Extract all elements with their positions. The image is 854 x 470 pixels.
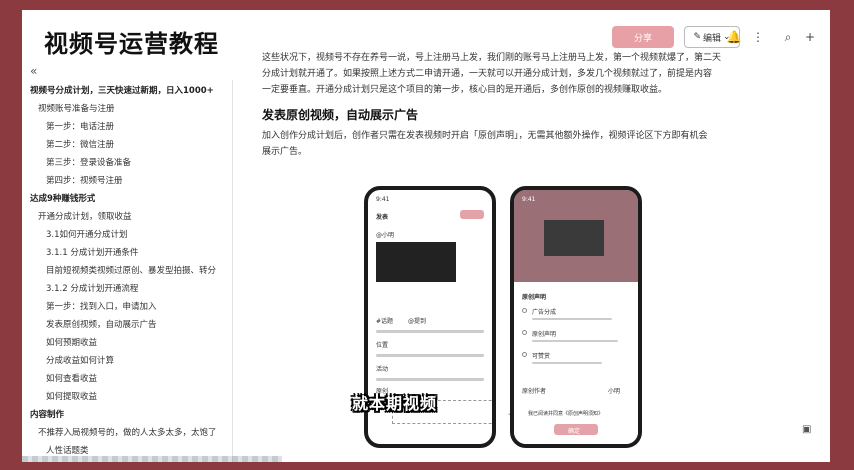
collapse-sidebar-icon[interactable]: « <box>30 64 37 78</box>
toc-item[interactable]: 目前短视频类视频过原创、暴发型拍摄、转分 <box>46 264 216 276</box>
footer-value: 小明 <box>608 388 621 395</box>
toc-item[interactable]: 3.1.1 分成计划开通条件 <box>46 246 138 258</box>
toc-item[interactable]: 发表原创视频，自动展示广告 <box>46 318 157 330</box>
toc-item[interactable]: 第四步：视频号注册 <box>46 174 123 186</box>
toc-item[interactable]: 第一步：找到入口，申请加入 <box>46 300 157 312</box>
more-icon[interactable]: ⋮ <box>750 28 766 46</box>
section-heading: 发表原创视频，自动展示广告 <box>262 108 419 122</box>
sheet-title: 原创声明 <box>522 294 547 301</box>
phone-time: 9:41 <box>522 196 536 203</box>
paragraph-line: 这些状况下，视频号不存在养号一说，号上注册马上发，我们刚的账号马上注册马上发，第… <box>262 53 722 63</box>
paragraph-line: 一定要垂直。开通分成计划只是这个项目的第一步，核心目的是开通后，多创作原创的视频… <box>262 85 668 95</box>
option-desc <box>532 340 618 342</box>
phone-user: @小明 <box>376 232 395 239</box>
toc-item[interactable]: 视频账号准备与注册 <box>38 102 115 114</box>
phone-screenshot-original: 9:41 原创声明 广告分成 原创声明 可赞赏 原创作者 小明 我已阅读并同意《… <box>510 186 642 448</box>
toc-item[interactable]: 如何预期收益 <box>46 336 97 348</box>
paragraph-line: 分成计划就开通了。如果按照上述方式二申请开通，一天就可以开通分成计划，多发几个视… <box>262 69 713 79</box>
edit-label: 编辑 <box>702 33 721 44</box>
overlay-title: 视频号运营教程 <box>44 30 219 58</box>
phone-time: 9:41 <box>376 196 390 203</box>
phone-row: 活动 <box>376 366 389 373</box>
confirm-label: 确定 <box>568 428 581 435</box>
video-thumbnail <box>544 220 604 256</box>
phone-header: 发表 <box>376 214 389 221</box>
toc-item[interactable]: 达成9种赚钱形式 <box>30 192 95 204</box>
publish-button <box>460 210 484 219</box>
toc-item[interactable]: 如何提取收益 <box>46 390 97 402</box>
toc-item[interactable]: 不推荐入局视频号的，做的人太多太多，太饱了 <box>38 426 217 438</box>
divider <box>376 354 484 357</box>
option-desc <box>532 362 602 364</box>
footer-label: 原创作者 <box>522 388 547 395</box>
toc-item[interactable]: 分成收益如何计算 <box>46 354 114 366</box>
plus-icon[interactable]: + <box>802 28 818 46</box>
sidebar-divider <box>232 80 233 462</box>
bookmark-icon[interactable]: ▣ <box>802 424 811 435</box>
sheet-option: 广告分成 <box>532 309 557 316</box>
radio-icon <box>522 352 527 357</box>
toc-item[interactable]: 第一步：电话注册 <box>46 120 114 132</box>
bell-icon[interactable]: 🔔 <box>726 28 742 46</box>
toc-item[interactable]: 开通分成计划，领取收益 <box>38 210 132 222</box>
video-caption: 就本期视频 <box>352 394 438 413</box>
toc-item[interactable]: 3.1如何开通分成计划 <box>46 228 128 240</box>
toc-item[interactable]: 人性话题类 <box>46 444 89 456</box>
radio-icon <box>522 308 527 313</box>
phone-field: @提到 <box>408 318 427 325</box>
toc-item[interactable]: 内容制作 <box>30 408 64 420</box>
toc-item[interactable]: 第二步：微信注册 <box>46 138 114 150</box>
divider <box>376 378 484 381</box>
sheet-option: 原创声明 <box>532 331 557 338</box>
table-of-contents: 视频号分成计划，三天快速过新期，日入1000+ 视频账号准备与注册 第一步：电话… <box>22 78 232 462</box>
divider <box>376 330 484 333</box>
search-icon[interactable]: ⌕ <box>780 28 796 46</box>
share-button[interactable]: 分享 <box>612 26 674 48</box>
horizontal-scrollbar[interactable] <box>22 456 282 462</box>
agree-text: 我已阅读并同意《原创声明须知》 <box>528 411 604 417</box>
toc-item[interactable]: 视频号分成计划，三天快速过新期，日入1000+ <box>30 84 214 96</box>
video-thumbnail <box>376 242 456 282</box>
phone-row: 位置 <box>376 342 389 349</box>
toc-item[interactable]: 第三步：登录设备准备 <box>46 156 131 168</box>
sheet-option: 可赞赏 <box>532 353 551 360</box>
toc-item[interactable]: 如何查看收益 <box>46 372 97 384</box>
pencil-icon: ✎ <box>693 32 701 42</box>
phone-field: #话题 <box>376 318 394 325</box>
option-desc <box>532 318 612 320</box>
toc-item[interactable]: 3.1.2 分成计划开通流程 <box>46 282 138 294</box>
radio-icon <box>522 330 527 335</box>
bottom-sheet: 原创声明 广告分成 原创声明 可赞赏 原创作者 小明 我已阅读并同意《原创声明须… <box>514 282 638 444</box>
paragraph-line: 加入创作分成计划后，创作者只需在发表视频时开启「原创声明」，无需其他额外操作，视… <box>262 131 708 141</box>
confirm-button: 确定 <box>554 424 598 435</box>
paragraph-line: 展示广告。 <box>262 147 308 157</box>
